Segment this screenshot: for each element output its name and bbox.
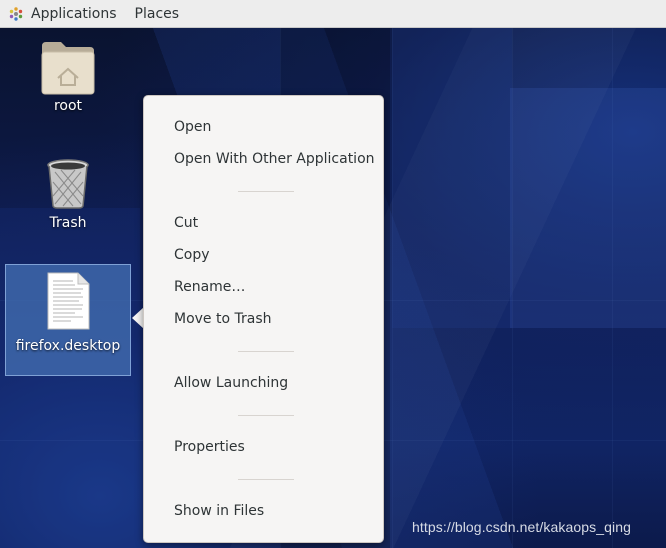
menu-separator xyxy=(238,191,294,192)
menu-item-copy[interactable]: Copy xyxy=(174,245,210,265)
desktop-icon-label: firefox.desktop xyxy=(15,338,121,354)
text-file-icon xyxy=(6,272,130,338)
wallpaper-line xyxy=(392,28,393,548)
menu-item-cut[interactable]: Cut xyxy=(174,213,198,233)
menu-separator xyxy=(238,351,294,352)
home-folder-icon xyxy=(5,40,131,98)
desktop-icon-label: Trash xyxy=(49,215,87,231)
menu-item-open[interactable]: Open xyxy=(174,117,211,137)
desktop-icon-trash[interactable]: Trash xyxy=(5,158,131,238)
applications-label: Applications xyxy=(31,5,117,22)
menu-item-show-in-files[interactable]: Show in Files xyxy=(174,501,264,521)
wallpaper-shape xyxy=(392,28,512,328)
menu-item-rename[interactable]: Rename… xyxy=(174,277,245,297)
desktop-icon-root[interactable]: root xyxy=(5,40,131,120)
wallpaper-shape xyxy=(0,208,140,548)
wallpaper-line xyxy=(612,28,613,548)
menu-item-open-with-other-application[interactable]: Open With Other Application xyxy=(174,149,375,169)
menu-separator xyxy=(238,415,294,416)
menu-item-allow-launching[interactable]: Allow Launching xyxy=(174,373,288,393)
applications-menu[interactable]: Applications xyxy=(0,0,127,28)
trash-icon xyxy=(5,158,131,215)
menu-item-move-to-trash[interactable]: Move to Trash xyxy=(174,309,272,329)
top-panel: Applications Places xyxy=(0,0,666,28)
wallpaper-shape xyxy=(510,88,666,328)
wallpaper-line xyxy=(512,28,513,548)
gnome-foot-icon xyxy=(8,6,24,22)
places-menu[interactable]: Places xyxy=(127,0,190,28)
desktop-icon-label: root xyxy=(53,98,83,114)
context-menu: Open Open With Other Application Cut Cop… xyxy=(143,95,384,543)
watermark-text: https://blog.csdn.net/kakaops_qing xyxy=(412,519,631,535)
menu-separator xyxy=(238,479,294,480)
desktop-icon-firefox-desktop[interactable]: firefox.desktop xyxy=(5,264,131,376)
menu-item-properties[interactable]: Properties xyxy=(174,437,245,457)
places-label: Places xyxy=(134,5,180,22)
